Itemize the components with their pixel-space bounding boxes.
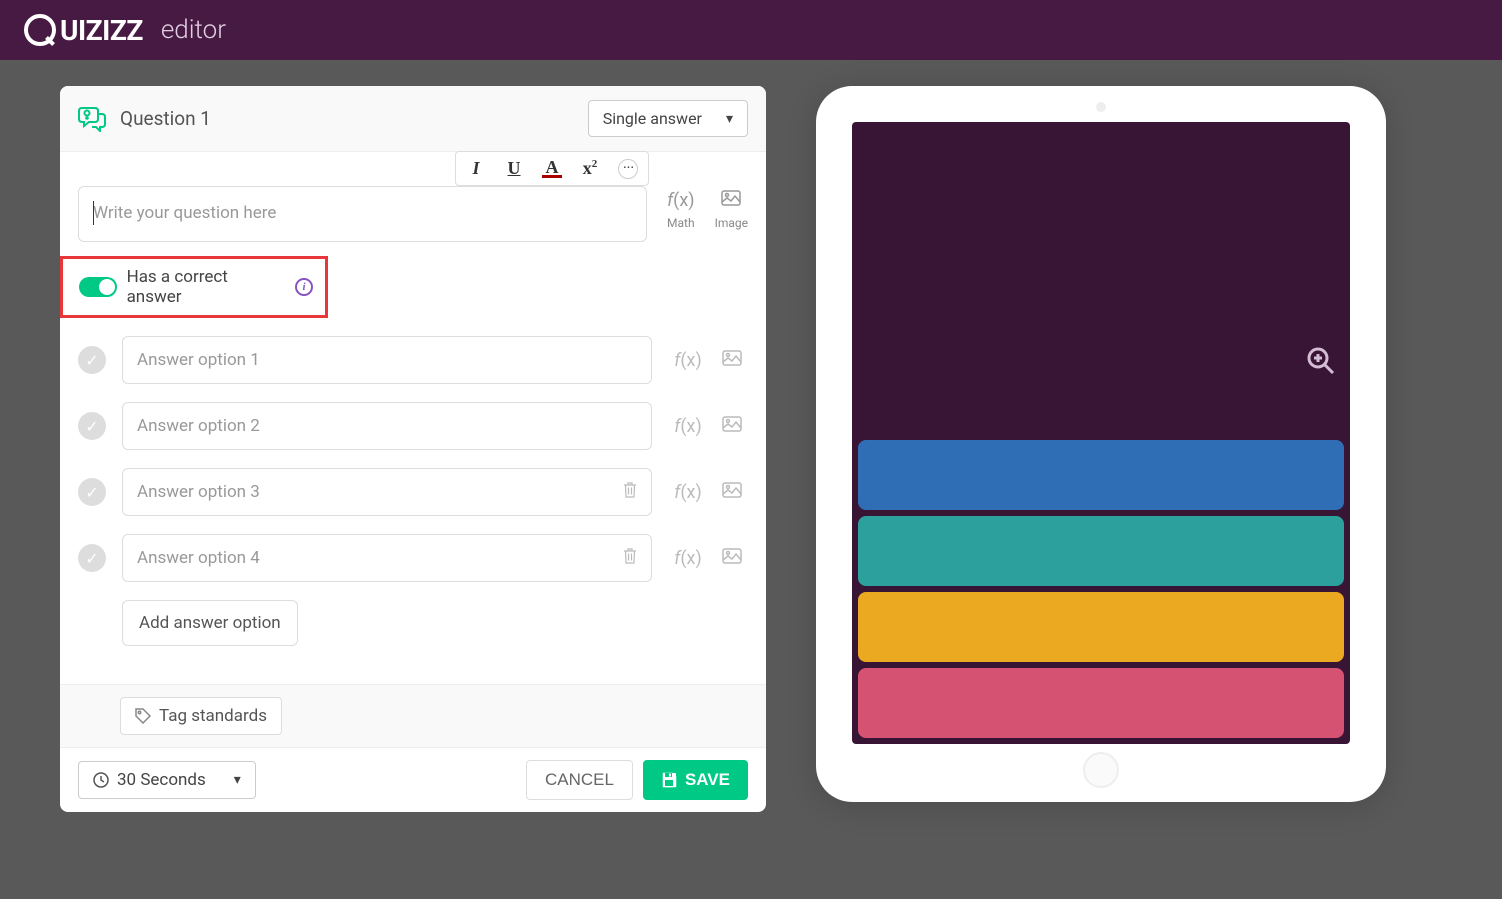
preview-question-area [852, 122, 1350, 434]
camera-dot [1096, 102, 1106, 112]
delete-icon[interactable] [623, 548, 637, 568]
save-button[interactable]: SAVE [643, 760, 748, 800]
image-icon[interactable] [722, 416, 742, 436]
math-helper[interactable]: f(x) Math [667, 190, 695, 230]
question-placeholder: Write your question here [93, 203, 276, 223]
image-icon [721, 190, 741, 210]
topbar: UIZIZZ editor [0, 0, 1502, 60]
answer-type-select[interactable]: Single answer [588, 100, 748, 137]
math-label: Math [667, 216, 695, 230]
logo-text: UIZIZZ [60, 14, 143, 47]
correct-check[interactable]: ✓ [78, 478, 106, 506]
image-icon[interactable] [722, 548, 742, 568]
logo-q-icon [24, 14, 56, 46]
correct-check[interactable]: ✓ [78, 544, 106, 572]
answer-input[interactable]: Answer option 3 [122, 468, 652, 516]
tag-standards-button[interactable]: Tag standards [120, 697, 282, 735]
answers-list: ✓ Answer option 1 f(x) ✓ Answer option [78, 336, 748, 582]
content: Question 1 Single answer I U A x2 ··· Wr… [0, 60, 1502, 838]
preview-answer-2 [858, 516, 1344, 586]
time-select[interactable]: 30 Seconds [78, 761, 256, 799]
preview-screen [852, 122, 1350, 744]
superscript-button[interactable]: x2 [580, 158, 600, 179]
delete-icon[interactable] [623, 482, 637, 502]
text-cursor [93, 201, 94, 225]
tablet-preview [816, 86, 1386, 802]
answer-input[interactable]: Answer option 4 [122, 534, 652, 582]
zoom-icon[interactable] [1306, 346, 1336, 376]
card-header: Question 1 Single answer [60, 86, 766, 152]
tag-row: Tag standards [60, 684, 766, 747]
answer-placeholder: Answer option 1 [137, 350, 260, 370]
preview-answer-4 [858, 668, 1344, 738]
answer-placeholder: Answer option 3 [137, 482, 260, 502]
text-color-button[interactable]: A [542, 159, 562, 178]
save-icon [661, 772, 677, 788]
logo: UIZIZZ [24, 14, 143, 47]
add-answer-button[interactable]: Add answer option [122, 600, 298, 646]
preview-answer-3 [858, 592, 1344, 662]
image-icon[interactable] [722, 350, 742, 370]
answer-row: ✓ Answer option 2 f(x) [78, 402, 748, 450]
correct-answer-row: Has a correct answer i [60, 256, 328, 318]
time-label: 30 Seconds [117, 770, 206, 790]
question-number: Question 1 [120, 107, 211, 130]
info-icon[interactable]: i [295, 278, 313, 296]
answer-row: ✓ Answer option 4 f(x) [78, 534, 748, 582]
answer-placeholder: Answer option 4 [137, 548, 260, 568]
format-toolbar: I U A x2 ··· [455, 151, 649, 186]
italic-button[interactable]: I [466, 158, 486, 179]
tag-icon [135, 708, 151, 724]
preview-answers [852, 434, 1350, 744]
save-label: SAVE [685, 770, 730, 790]
answer-placeholder: Answer option 2 [137, 416, 260, 436]
underline-button[interactable]: U [504, 158, 524, 179]
math-icon: f(x) [667, 190, 694, 210]
question-input[interactable]: Write your question here [78, 186, 647, 242]
math-icon[interactable]: f(x) [674, 350, 701, 370]
clock-icon [93, 772, 109, 788]
card-footer: 30 Seconds CANCEL SAVE [60, 747, 766, 812]
answer-input[interactable]: Answer option 2 [122, 402, 652, 450]
correct-check[interactable]: ✓ [78, 412, 106, 440]
correct-answer-label: Has a correct answer [127, 267, 286, 307]
image-icon[interactable] [722, 482, 742, 502]
editor-card: Question 1 Single answer I U A x2 ··· Wr… [60, 86, 766, 812]
home-button [1083, 752, 1119, 788]
correct-answer-toggle[interactable] [79, 277, 117, 297]
math-icon[interactable]: f(x) [674, 482, 701, 502]
preview-answer-1 [858, 440, 1344, 510]
body-area: I U A x2 ··· Write your question here f(… [60, 152, 766, 664]
editor-label: editor [161, 15, 226, 45]
tag-label: Tag standards [159, 706, 267, 726]
correct-check[interactable]: ✓ [78, 346, 106, 374]
more-formatting-button[interactable]: ··· [618, 159, 638, 179]
answer-input[interactable]: Answer option 1 [122, 336, 652, 384]
answer-row: ✓ Answer option 1 f(x) [78, 336, 748, 384]
image-label: Image [715, 216, 748, 230]
cancel-button[interactable]: CANCEL [526, 760, 633, 800]
answer-type-label: Single answer [603, 109, 702, 128]
math-icon[interactable]: f(x) [674, 416, 701, 436]
math-icon[interactable]: f(x) [674, 548, 701, 568]
answer-row: ✓ Answer option 3 f(x) [78, 468, 748, 516]
image-helper[interactable]: Image [715, 190, 748, 230]
question-icon [78, 106, 106, 132]
